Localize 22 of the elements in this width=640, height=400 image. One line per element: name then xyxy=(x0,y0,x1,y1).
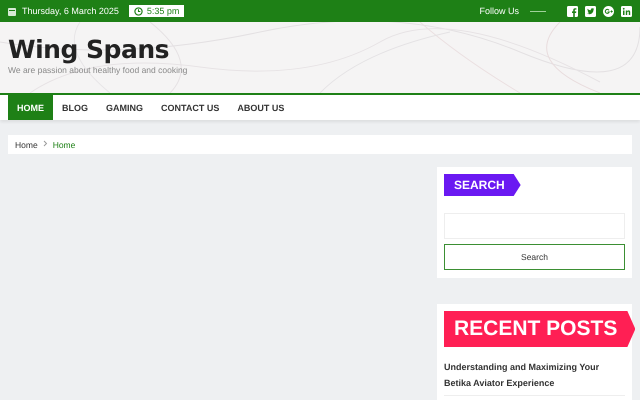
facebook-icon[interactable] xyxy=(567,6,578,16)
calendar-icon xyxy=(8,6,16,16)
google-plus-icon[interactable] xyxy=(603,6,614,16)
breadcrumb-link[interactable]: Home xyxy=(15,140,38,150)
nav-tab[interactable]: BLOG xyxy=(53,95,97,120)
twitter-icon[interactable] xyxy=(585,6,596,16)
widget-heading: SEARCH xyxy=(444,174,521,196)
search-button[interactable]: Search xyxy=(444,244,625,270)
time-badge: 5:35 pm xyxy=(128,5,184,17)
nav-tab[interactable]: HOME xyxy=(8,95,53,120)
date-text: Thursday, 6 March 2025 xyxy=(22,6,119,16)
post-link[interactable]: Understanding and Maximizing Your Betika Aviator Experience xyxy=(444,359,625,396)
site-tagline: We are passion about healthy food and cooking xyxy=(8,65,188,75)
nav-tab[interactable]: GAMING xyxy=(97,95,152,120)
linkedin-icon[interactable] xyxy=(621,6,632,16)
follow-label: Follow Us xyxy=(479,6,519,16)
nav-tab[interactable]: ABOUT US xyxy=(228,95,294,120)
breadcrumb-current: Home xyxy=(52,140,76,150)
site-title[interactable]: Wing Spans xyxy=(8,35,169,65)
nav-tab[interactable]: CONTACT US xyxy=(152,95,228,120)
chevron-icon xyxy=(42,140,48,149)
widget-heading: RECENT POSTS xyxy=(444,311,636,347)
